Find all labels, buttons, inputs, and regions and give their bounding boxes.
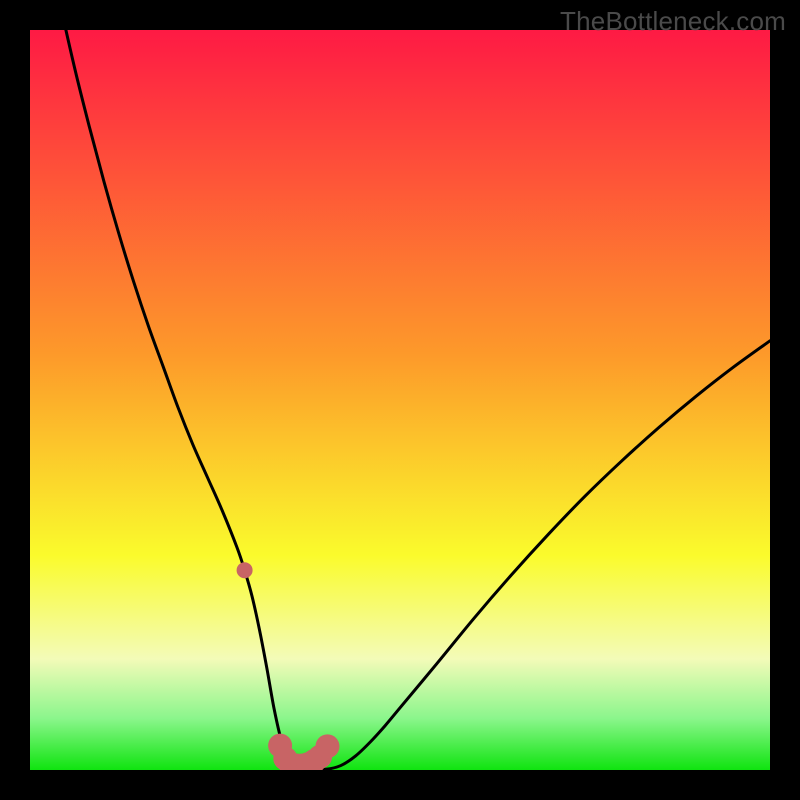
- watermark-text: TheBottleneck.com: [560, 6, 786, 37]
- marker-dot: [237, 562, 253, 578]
- bottleneck-curve-chart: [30, 30, 770, 770]
- gradient-background: [30, 30, 770, 770]
- chart-frame: [30, 30, 770, 770]
- marker-dot: [315, 734, 339, 758]
